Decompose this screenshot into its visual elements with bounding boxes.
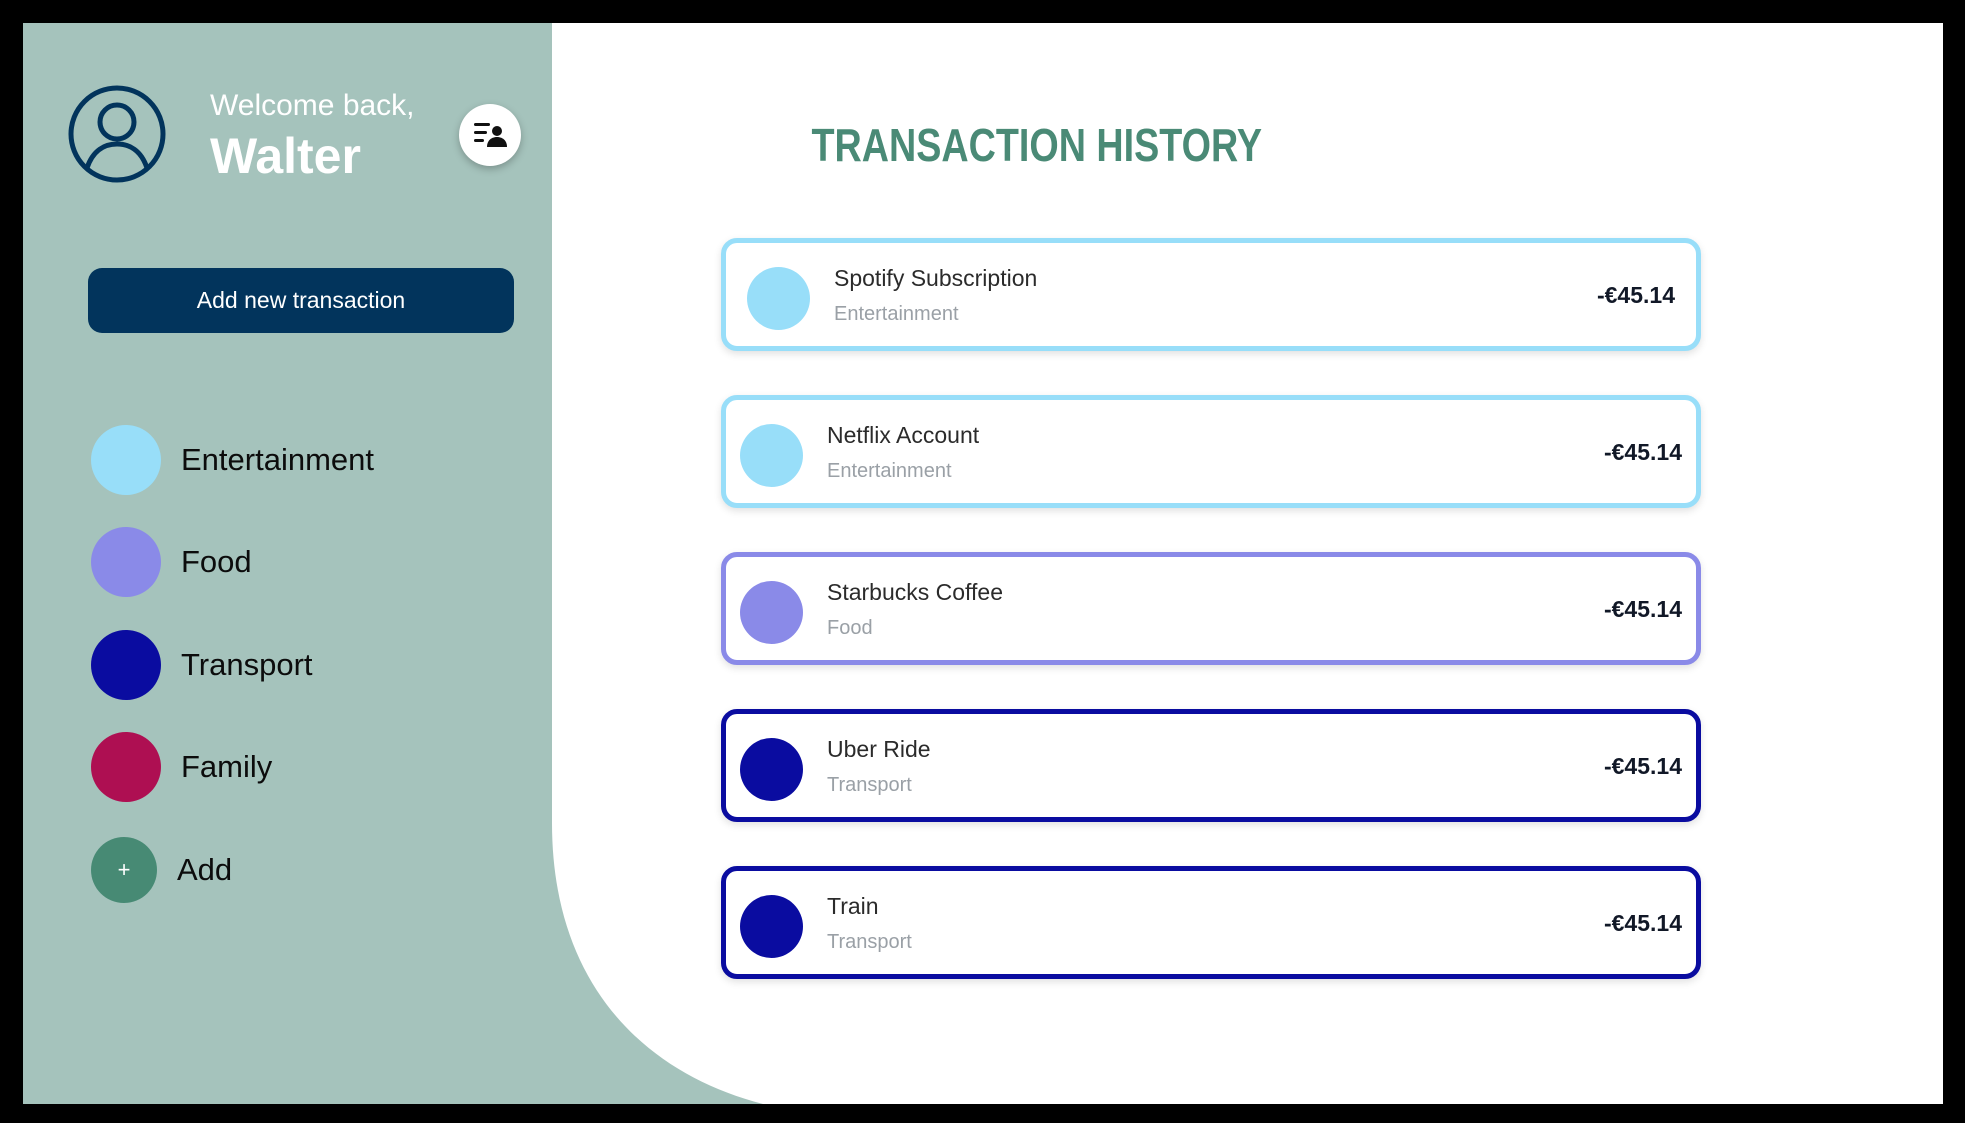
category-entertainment[interactable]: Entertainment (91, 425, 374, 495)
transaction-name: Spotify Subscription (834, 265, 1038, 291)
category-color-dot (91, 527, 161, 597)
transaction-name: Netflix Account (827, 422, 980, 448)
page-title: TRANSACTION HISTORY (811, 119, 1263, 171)
transaction-name: Train (827, 893, 879, 919)
category-label: Entertainment (181, 442, 374, 477)
category-food[interactable]: Food (91, 527, 252, 597)
category-color-dot (91, 732, 161, 802)
add-category-label: Add (177, 852, 233, 887)
category-label: Food (181, 544, 252, 579)
transaction-category: Entertainment (834, 303, 959, 325)
transaction-card[interactable]: Train Transport -€45.14 (721, 866, 1701, 979)
transaction-amount: -€45.14 (1603, 753, 1682, 779)
transaction-category: Transport (827, 774, 912, 796)
page-title-wrapper: TRANSACTION HISTORY (23, 118, 1943, 172)
transaction-amount: -€45.14 (1603, 439, 1682, 465)
transaction-name: Starbucks Coffee (827, 579, 1004, 605)
category-transport[interactable]: Transport (91, 630, 313, 700)
transaction-category: Food (827, 617, 873, 639)
transaction-color-dot (740, 581, 803, 644)
transaction-color-dot (740, 738, 803, 801)
transaction-color-dot (747, 267, 810, 330)
transaction-card[interactable]: Uber Ride Transport -€45.14 (721, 709, 1701, 822)
transaction-color-dot (740, 424, 803, 487)
transaction-category: Entertainment (827, 460, 952, 482)
app-window: Welcome back, Walter Add new transaction… (23, 23, 1943, 1104)
transaction-color-dot (740, 895, 803, 958)
category-label: Family (181, 749, 273, 784)
transaction-name: Uber Ride (827, 736, 931, 762)
add-category-button[interactable]: + Add (91, 835, 232, 905)
transaction-amount: -€45.14 (1603, 910, 1682, 936)
category-label: Transport (181, 647, 313, 682)
transaction-amount: -€45.14 (1603, 596, 1682, 622)
category-color-dot (91, 630, 161, 700)
transaction-card[interactable]: Netflix Account Entertainment -€45.14 (721, 395, 1701, 508)
transaction-card[interactable]: Spotify Subscription Entertainment -€45.… (721, 238, 1701, 351)
category-color-dot (91, 425, 161, 495)
add-transaction-button[interactable]: Add new transaction (88, 268, 514, 333)
transaction-amount: -€45.14 (1596, 282, 1675, 308)
category-family[interactable]: Family (91, 732, 272, 802)
transaction-category: Transport (827, 931, 912, 953)
plus-icon: + (91, 837, 157, 903)
transaction-card[interactable]: Starbucks Coffee Food -€45.14 (721, 552, 1701, 665)
